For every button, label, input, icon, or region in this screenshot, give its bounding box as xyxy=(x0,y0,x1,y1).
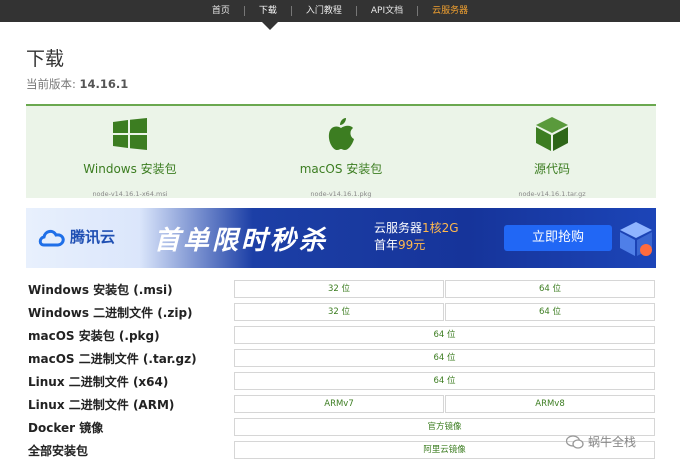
download-link[interactable]: 64 位 xyxy=(445,303,655,321)
wechat-icon xyxy=(566,434,584,449)
tencent-cloud-logo: 腾讯云 xyxy=(38,226,115,247)
promo-line2: 首年 xyxy=(374,238,399,252)
banner-slogan: 首单限时秒杀 xyxy=(154,226,329,256)
download-windows-file: node-v14.16.1-x64.msi xyxy=(92,190,168,198)
version-label: 当前版本: xyxy=(26,77,76,91)
table-row: macOS 安装包 (.pkg) 64 位 xyxy=(26,324,656,346)
row-label: Windows 安装包 (.msi) xyxy=(28,283,173,297)
brand-name: 腾讯云 xyxy=(70,228,116,246)
watermark-text: 蜗牛全栈 xyxy=(588,435,637,449)
row-label: Docker 镜像 xyxy=(28,421,104,435)
download-macos-file: node-v14.16.1.pkg xyxy=(310,190,372,198)
table-row: 全部安装包 阿里云镜像 xyxy=(26,439,656,461)
download-macos-label: macOS 安装包 xyxy=(299,162,383,176)
top-nav: 首页 下载 入门教程 API文档 云服务器 xyxy=(0,0,680,22)
download-windows[interactable]: Windows 安装包 node-v14.16.1-x64.msi xyxy=(30,116,230,198)
watermark: 蜗牛全栈 xyxy=(566,433,636,450)
nav-home[interactable]: 首页 xyxy=(198,6,245,16)
nav-tutorial[interactable]: 入门教程 xyxy=(292,6,357,16)
buy-now-button[interactable]: 立即抢购 xyxy=(504,225,612,251)
current-version: 当前版本: 14.16.1 xyxy=(26,76,128,92)
row-label: Linux 二进制文件 (ARM) xyxy=(28,398,175,412)
apple-icon xyxy=(241,116,441,152)
table-row: Docker 镜像 官方镜像 xyxy=(26,416,656,438)
version-number: 14.16.1 xyxy=(79,77,129,91)
download-source[interactable]: 源代码 node-v14.16.1.tar.gz xyxy=(452,116,652,198)
row-label: Windows 二进制文件 (.zip) xyxy=(28,306,193,320)
download-macos[interactable]: macOS 安装包 node-v14.16.1.pkg xyxy=(241,116,441,198)
nav-download[interactable]: 下载 xyxy=(245,6,292,16)
download-source-label: 源代码 xyxy=(533,162,570,176)
download-windows-label: Windows 安装包 xyxy=(83,162,177,176)
page-title: 下载 xyxy=(26,48,65,70)
windows-icon xyxy=(30,116,230,152)
download-link[interactable]: 64 位 xyxy=(234,326,655,344)
promo-line1: 云服务器 xyxy=(374,221,423,235)
download-link[interactable]: 64 位 xyxy=(234,349,655,367)
row-label: macOS 二进制文件 (.tar.gz) xyxy=(28,352,197,366)
ad-banner[interactable]: 腾讯云 首单限时秒杀 云服务器1核2G 首年99元 立即抢购 xyxy=(26,208,656,268)
download-link[interactable]: 32 位 xyxy=(234,303,444,321)
promo-line2-highlight: 99元 xyxy=(398,238,426,252)
download-link[interactable]: 64 位 xyxy=(445,280,655,298)
table-row: Windows 安装包 (.msi) 32 位 64 位 xyxy=(26,278,656,300)
download-link[interactable]: ARMv7 xyxy=(234,395,444,413)
nav-api-docs[interactable]: API文档 xyxy=(357,6,419,16)
nav-cloud-server[interactable]: 云服务器 xyxy=(418,6,482,16)
cloud-icon xyxy=(38,229,65,246)
cube-icon xyxy=(452,116,652,152)
active-nav-caret xyxy=(262,22,278,30)
download-link[interactable]: 32 位 xyxy=(234,280,444,298)
server-illustration-icon xyxy=(620,222,652,256)
table-row: macOS 二进制文件 (.tar.gz) 64 位 xyxy=(26,347,656,369)
row-label: 全部安装包 xyxy=(28,444,89,458)
promo-line1-highlight: 1核2G xyxy=(422,221,459,235)
download-source-file: node-v14.16.1.tar.gz xyxy=(518,190,586,198)
download-panel: Windows 安装包 node-v14.16.1-x64.msi macOS … xyxy=(26,106,656,198)
table-row: Windows 二进制文件 (.zip) 32 位 64 位 xyxy=(26,301,656,323)
table-row: Linux 二进制文件 (x64) 64 位 xyxy=(26,370,656,392)
table-row: Linux 二进制文件 (ARM) ARMv7 ARMv8 xyxy=(26,393,656,415)
row-label: macOS 安装包 (.pkg) xyxy=(28,329,160,343)
banner-promo: 云服务器1核2G 首年99元 xyxy=(374,220,459,254)
download-link[interactable]: ARMv8 xyxy=(445,395,655,413)
row-label: Linux 二进制文件 (x64) xyxy=(28,375,169,389)
download-link[interactable]: 64 位 xyxy=(234,372,655,390)
